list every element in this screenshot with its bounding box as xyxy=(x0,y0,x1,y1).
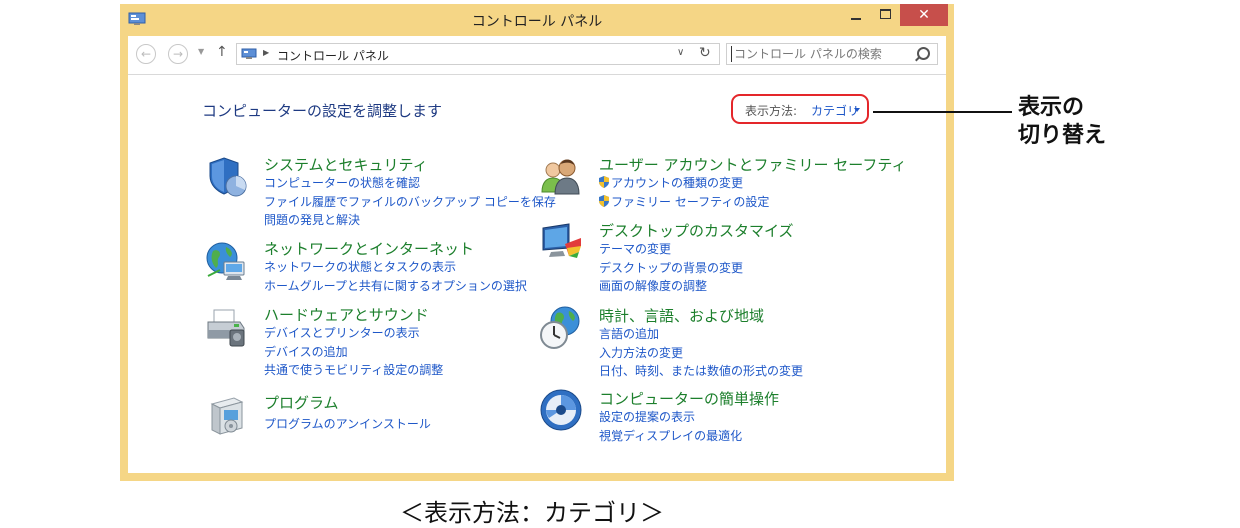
minimize-icon xyxy=(851,18,861,20)
client-area: ← → ▼ ↑ ▶ コントロール パネル ∨ ↻ コンピューターの設定を調整しま… xyxy=(128,36,946,473)
search-icon[interactable] xyxy=(917,47,930,60)
category-link[interactable]: プログラムのアンインストール xyxy=(264,415,431,434)
category-link[interactable]: ファイル履歴でファイルのバックアップ コピーを保存 xyxy=(264,193,556,212)
category-title[interactable]: デスクトップのカスタマイズ xyxy=(599,220,794,241)
category-title[interactable]: 時計、言語、および地域 xyxy=(599,305,764,326)
category-title[interactable]: システムとセキュリティ xyxy=(264,154,428,175)
close-icon: ✕ xyxy=(918,7,930,23)
back-arrow-icon: ← xyxy=(140,47,152,61)
category-title[interactable]: ハードウェアとサウンド xyxy=(264,304,429,325)
category-link[interactable]: 日付、時刻、または数値の形式の変更 xyxy=(599,362,803,381)
uac-shield-icon xyxy=(599,194,609,207)
printer-icon xyxy=(207,309,245,347)
recent-locations-dropdown[interactable]: ▼ xyxy=(198,47,204,56)
callout-annotation: 表示の 切り替え xyxy=(1018,94,1106,150)
up-button[interactable]: ↑ xyxy=(216,44,228,60)
view-by-highlight: 表示方法: カテゴリ xyxy=(731,94,869,124)
callout-line xyxy=(873,111,1012,113)
search-input[interactable] xyxy=(731,46,916,62)
category-link[interactable]: 言語の追加 xyxy=(599,325,803,344)
monitor-palette-icon xyxy=(542,223,581,258)
breadcrumb[interactable]: コントロール パネル xyxy=(277,47,389,64)
window-title: コントロール パネル xyxy=(471,14,603,30)
category-link[interactable]: 問題の発見と解決 xyxy=(264,211,556,230)
category-link[interactable]: アカウントの種類の変更 xyxy=(599,174,769,193)
maximize-icon xyxy=(880,9,891,19)
search-box[interactable] xyxy=(726,43,938,65)
category-link-label: アカウントの種類の変更 xyxy=(611,176,744,190)
category-title[interactable]: プログラム xyxy=(264,392,339,413)
forward-arrow-icon: → xyxy=(172,47,184,61)
globe-network-icon xyxy=(206,242,245,280)
view-by-label: 表示方法: xyxy=(745,104,798,118)
forward-button[interactable]: → xyxy=(168,44,188,64)
ease-of-access-icon xyxy=(540,389,582,431)
category-link[interactable]: コンピューターの状態を確認 xyxy=(264,174,556,193)
navigation-bar: ← → ▼ ↑ ▶ コントロール パネル ∨ ↻ xyxy=(128,36,946,75)
page-title: コンピューターの設定を調整します xyxy=(202,102,443,120)
address-bar[interactable]: ▶ コントロール パネル ∨ ↻ xyxy=(236,43,720,65)
category-link[interactable]: テーマの変更 xyxy=(599,240,743,259)
back-button[interactable]: ← xyxy=(136,44,156,64)
category-link[interactable]: ファミリー セーフティの設定 xyxy=(599,193,769,212)
category-link[interactable]: デバイスの追加 xyxy=(264,343,443,362)
control-panel-window: コントロール パネル ✕ ← → ▼ ↑ ▶ コントロール パネル ∨ ↻ コン… xyxy=(120,4,954,481)
minimize-button[interactable] xyxy=(842,4,870,26)
view-by-dropdown[interactable]: カテゴリ xyxy=(811,102,859,119)
category-link[interactable]: 視覚ディスプレイの最適化 xyxy=(599,427,742,446)
category-link[interactable]: デバイスとプリンターの表示 xyxy=(264,324,443,343)
category-link[interactable]: ネットワークの状態とタスクの表示 xyxy=(264,258,527,277)
breadcrumb-chevron-icon[interactable]: ▶ xyxy=(263,48,269,57)
figure-caption: ＜表示方法：カテゴリ＞ xyxy=(400,499,664,527)
clock-globe-icon xyxy=(540,306,580,349)
category-link[interactable]: 設定の提案の表示 xyxy=(599,408,742,427)
title-bar: コントロール パネル ✕ xyxy=(120,4,954,36)
control-panel-icon xyxy=(241,48,257,59)
category-title[interactable]: ユーザー アカウントとファミリー セーフティ xyxy=(599,154,906,175)
program-box-icon xyxy=(210,397,244,435)
chevron-down-icon[interactable] xyxy=(854,108,860,112)
callout-text-line1: 表示の xyxy=(1018,95,1085,120)
maximize-button[interactable] xyxy=(872,4,900,26)
uac-shield-icon xyxy=(599,176,609,188)
category-link[interactable]: ホームグループと共有に関するオプションの選択 xyxy=(264,277,527,296)
shield-chart-icon xyxy=(209,157,247,197)
category-title[interactable]: コンピューターの簡単操作 xyxy=(599,388,779,409)
address-dropdown-icon[interactable]: ∨ xyxy=(677,47,684,58)
category-link[interactable]: 画面の解像度の調整 xyxy=(599,277,743,296)
category-title[interactable]: ネットワークとインターネット xyxy=(264,238,474,259)
callout-text-line2: 切り替え xyxy=(1018,123,1107,148)
category-link[interactable]: 入力方法の変更 xyxy=(599,344,803,363)
category-link[interactable]: デスクトップの背景の変更 xyxy=(599,259,743,278)
users-icon xyxy=(541,159,580,195)
close-button[interactable]: ✕ xyxy=(900,4,948,26)
category-link-label: ファミリー セーフティの設定 xyxy=(611,194,770,209)
category-link[interactable]: 共通で使うモビリティ設定の調整 xyxy=(264,361,443,380)
refresh-icon[interactable]: ↻ xyxy=(699,45,711,61)
